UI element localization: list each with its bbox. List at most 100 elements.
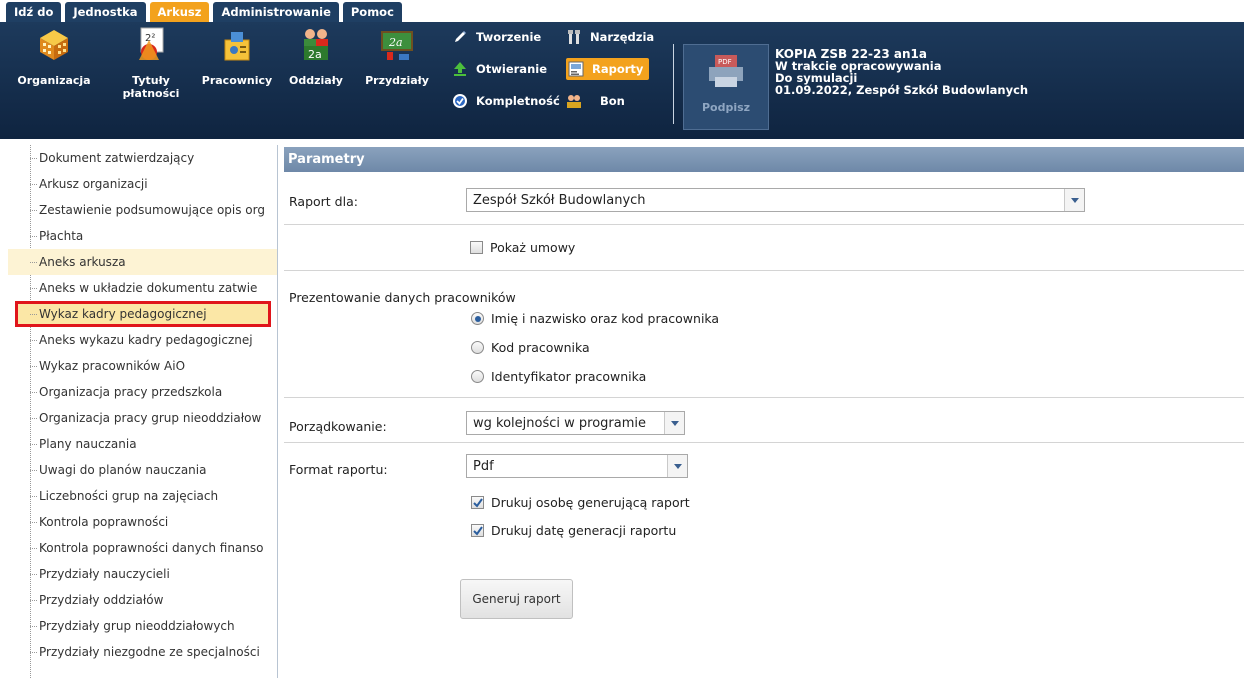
bon-label: Bon bbox=[600, 94, 625, 108]
tree-item-aneks-arkusza[interactable]: Aneks arkusza bbox=[8, 249, 277, 275]
tree-item-aneks-wykazu[interactable]: Aneks wykazu kadry pedagogicznej bbox=[8, 327, 277, 353]
doc-date-unit: 01.09.2022, Zespół Szkół Budowlanych bbox=[775, 83, 1029, 97]
classes-icon-text: 2a bbox=[308, 48, 322, 61]
tree-item-org-przedszkola[interactable]: Organizacja pracy przedszkola bbox=[8, 379, 277, 405]
top-menu: Idź do Jednostka Arkusz Administrowanie … bbox=[0, 0, 1244, 22]
tytuly-platnosci-button[interactable]: 2² Tytuły płatności bbox=[110, 26, 192, 100]
tree-item-plany-nauczania[interactable]: Plany nauczania bbox=[8, 431, 277, 457]
report-tree: Dokument zatwierdzający Arkusz organizac… bbox=[0, 145, 278, 678]
otwieranie-button[interactable]: Otwieranie bbox=[452, 58, 547, 80]
math-icon: 2² bbox=[139, 27, 164, 60]
tree-item-arkusz-organizacji[interactable]: Arkusz organizacji bbox=[8, 171, 277, 197]
raporty-button[interactable]: Raporty bbox=[566, 58, 650, 80]
assignments-icon-text: 2a bbox=[388, 36, 403, 49]
przydzialy-button[interactable]: 2a Przydziały bbox=[365, 26, 429, 87]
radio-imie-nazwisko-kod[interactable]: Imię i nazwisko oraz kod pracownika bbox=[471, 311, 719, 326]
upload-icon bbox=[454, 62, 466, 76]
pdf-tag: PDF bbox=[718, 58, 732, 66]
podpisz-button[interactable]: PDF Podpisz bbox=[683, 44, 769, 130]
radio-identyfikator[interactable]: Identyfikator pracownika bbox=[471, 369, 646, 384]
prezentowanie-label: Prezentowanie danych pracowników bbox=[289, 290, 516, 305]
tools-icon bbox=[568, 30, 580, 44]
tree-item-przydzialy-niezgodne[interactable]: Przydziały niezgodne ze specjalności bbox=[8, 639, 277, 665]
tab-pomoc[interactable]: Pomoc bbox=[342, 2, 402, 22]
format-raportu-label: Format raportu: bbox=[289, 462, 388, 477]
kompletnosc-button[interactable]: Kompletność bbox=[452, 90, 560, 112]
porzadkowanie-select[interactable]: wg kolejności w programie bbox=[466, 411, 685, 435]
tree-item-wykaz-kadry[interactable]: Wykaz kadry pedagogicznej bbox=[15, 301, 271, 327]
format-raportu-value: Pdf bbox=[473, 458, 494, 474]
tree-item-aneks-uklad[interactable]: Aneks w układzie dokumentu zatwie bbox=[8, 275, 277, 301]
check-circle-icon bbox=[453, 94, 467, 108]
checkbox-box bbox=[471, 496, 484, 509]
raporty-label: Raporty bbox=[592, 62, 644, 76]
przydzialy-label: Przydziały bbox=[365, 74, 429, 87]
params-panel: Parametry Raport dla: Zespół Szkół Budow… bbox=[279, 145, 1244, 678]
tree-item-plachta[interactable]: Płachta bbox=[8, 223, 277, 249]
drukuj-osobe-checkbox[interactable]: Drukuj osobę generującą raport bbox=[471, 495, 690, 510]
radio-label: Identyfikator pracownika bbox=[491, 369, 647, 384]
tree-item-przydzialy-grup[interactable]: Przydziały grup nieoddziałowych bbox=[8, 613, 277, 639]
classes-icon: 2a bbox=[304, 29, 328, 61]
organizacja-button[interactable]: Organizacja bbox=[8, 26, 100, 87]
pracownicy-label: Pracownicy bbox=[201, 74, 273, 87]
ribbon-toolbar: Organizacja 2² Tytuły płatności Pracowni… bbox=[0, 22, 1244, 139]
ribbon-divider bbox=[673, 44, 674, 124]
drukuj-osobe-label: Drukuj osobę generującą raport bbox=[491, 495, 690, 510]
radio-label: Kod pracownika bbox=[491, 340, 590, 355]
building-icon bbox=[40, 30, 68, 60]
document-info: KOPIA ZSB 22-23 an1a W trakcie opracowyw… bbox=[775, 48, 1028, 96]
pokaz-umowy-label: Pokaż umowy bbox=[490, 240, 576, 255]
chevron-down-icon bbox=[664, 412, 684, 434]
pokaz-umowy-checkbox[interactable]: Pokaż umowy bbox=[470, 240, 575, 255]
oddzialy-button[interactable]: 2a Oddziały bbox=[288, 26, 344, 87]
tab-jednostka[interactable]: Jednostka bbox=[65, 2, 146, 22]
porzadkowanie-label: Porządkowanie: bbox=[289, 419, 387, 434]
params-header: Parametry bbox=[284, 147, 1244, 172]
voucher-icon bbox=[567, 95, 581, 108]
tree-item-zestawienie[interactable]: Zestawienie podsumowujące opis org bbox=[8, 197, 277, 223]
tree-item-przydzialy-nauczycieli[interactable]: Przydziały nauczycieli bbox=[8, 561, 277, 587]
tree-item-uwagi[interactable]: Uwagi do planów nauczania bbox=[8, 457, 277, 483]
pdf-printer-icon: PDF bbox=[709, 55, 743, 87]
tree-item-liczebnosci[interactable]: Liczebności grup na zajęciach bbox=[8, 483, 277, 509]
drukuj-date-label: Drukuj datę generacji raportu bbox=[491, 523, 677, 538]
kompletnosc-label: Kompletność bbox=[476, 94, 560, 108]
report-icon bbox=[568, 61, 584, 77]
tree-item-kontrola[interactable]: Kontrola poprawności bbox=[8, 509, 277, 535]
pracownicy-button[interactable]: Pracownicy bbox=[196, 26, 278, 87]
tree-item-kontrola-finansowa[interactable]: Kontrola poprawności danych finanso bbox=[8, 535, 277, 561]
separator bbox=[284, 442, 1244, 443]
chevron-down-icon bbox=[667, 455, 687, 477]
staff-icon bbox=[224, 32, 250, 61]
radio-button bbox=[471, 341, 484, 354]
bon-button[interactable]: Bon bbox=[566, 90, 625, 112]
separator bbox=[284, 270, 1244, 271]
otwieranie-label: Otwieranie bbox=[476, 62, 547, 76]
narzedzia-label: Narzędzia bbox=[590, 30, 655, 44]
drukuj-date-checkbox[interactable]: Drukuj datę generacji raportu bbox=[471, 523, 676, 538]
radio-kod-pracownika[interactable]: Kod pracownika bbox=[471, 340, 590, 355]
tab-arkusz[interactable]: Arkusz bbox=[149, 2, 210, 22]
radio-label: Imię i nazwisko oraz kod pracownika bbox=[491, 311, 720, 326]
format-raportu-select[interactable]: Pdf bbox=[466, 454, 688, 478]
oddzialy-label: Oddziały bbox=[289, 74, 343, 87]
generuj-raport-button[interactable]: Generuj raport bbox=[460, 579, 573, 619]
narzedzia-button[interactable]: Narzędzia bbox=[566, 26, 654, 48]
tree-item-org-grup[interactable]: Organizacja pracy grup nieoddziałow bbox=[8, 405, 277, 431]
assignments-icon: 2a bbox=[381, 31, 413, 60]
tree-item-wykaz-aio[interactable]: Wykaz pracowników AiO bbox=[8, 353, 277, 379]
tree-item-przydzialy-oddzialow[interactable]: Przydziały oddziałów bbox=[8, 587, 277, 613]
podpisz-label: Podpisz bbox=[701, 101, 751, 114]
tab-administrowanie[interactable]: Administrowanie bbox=[213, 2, 339, 22]
organizacja-label: Organizacja bbox=[17, 74, 91, 87]
chevron-down-icon bbox=[1064, 189, 1084, 211]
tree-item-dokument-zatwierdzajacy[interactable]: Dokument zatwierdzający bbox=[8, 145, 277, 171]
tab-idz-do[interactable]: Idź do bbox=[6, 2, 62, 22]
tworzenie-button[interactable]: Tworzenie bbox=[452, 26, 541, 48]
raport-dla-label: Raport dla: bbox=[289, 194, 358, 209]
raport-dla-select[interactable]: Zespół Szkół Budowlanych bbox=[466, 188, 1085, 212]
checkbox-box bbox=[470, 241, 483, 254]
porzadkowanie-value: wg kolejności w programie bbox=[473, 415, 646, 431]
separator bbox=[284, 397, 1244, 398]
